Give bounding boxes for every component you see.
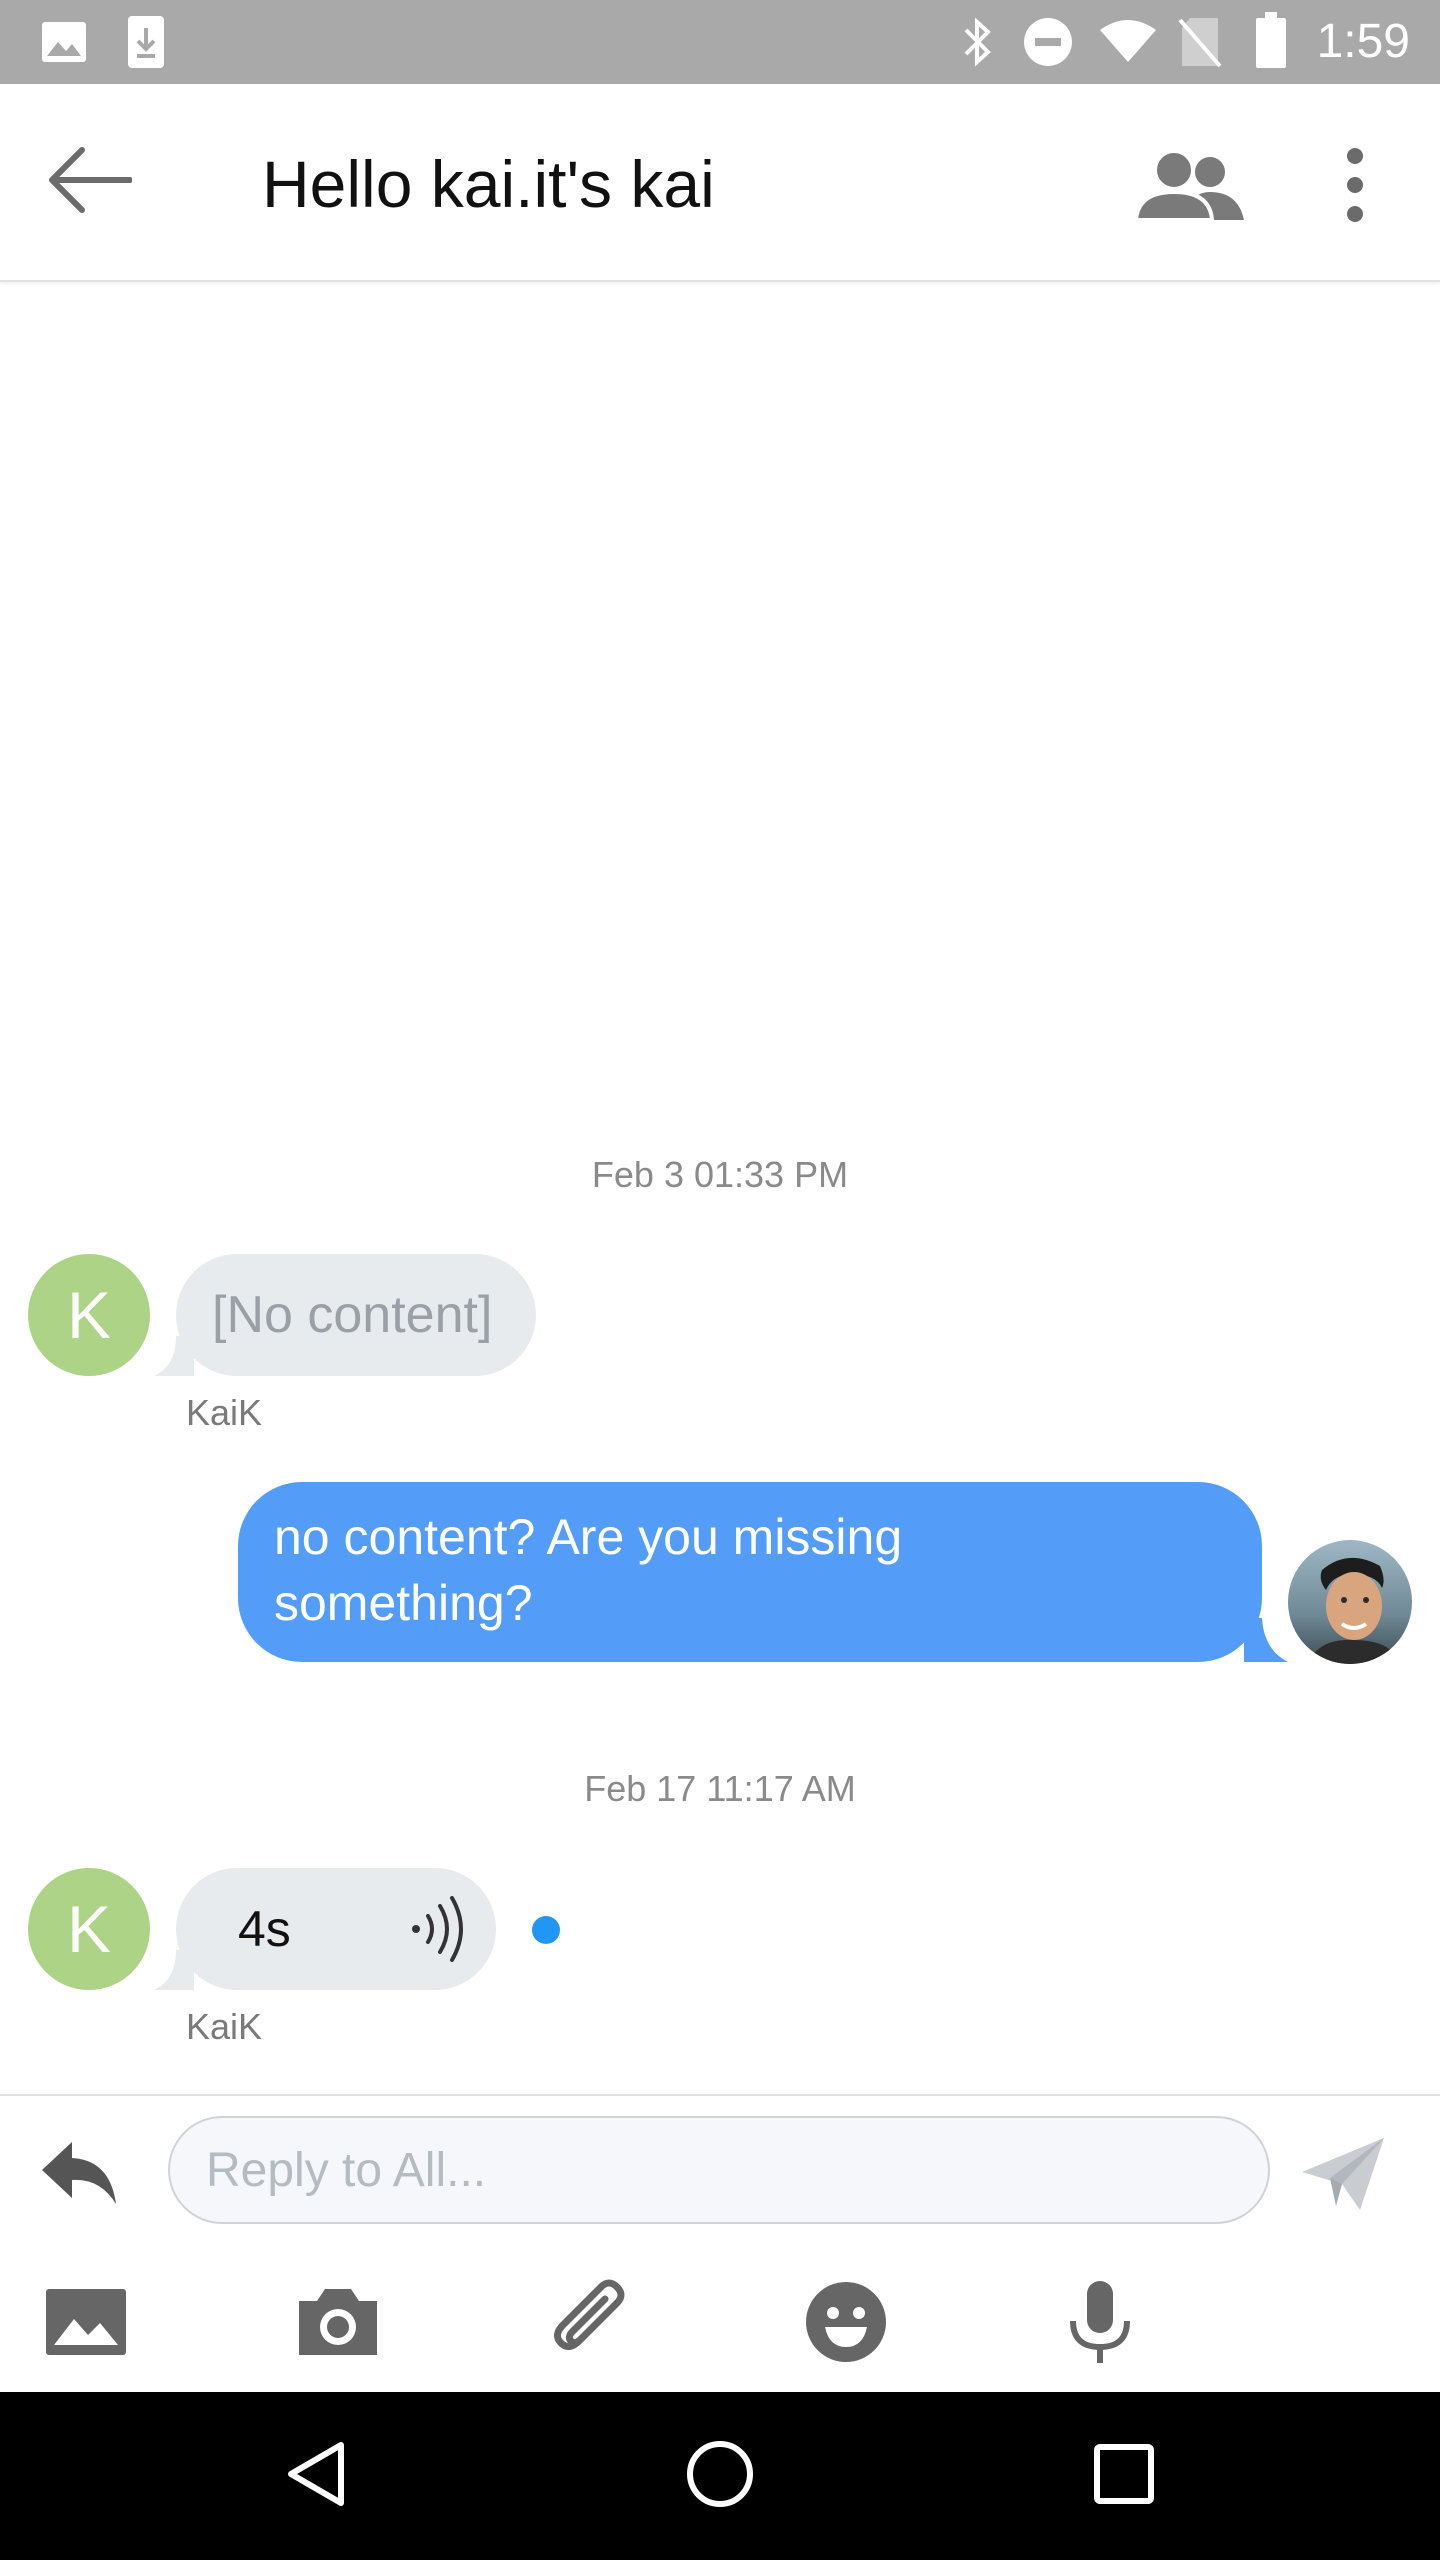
participants-icon xyxy=(1133,148,1246,227)
conversation-title: Hello kai.it's kai xyxy=(262,147,715,221)
outgoing-message-bubble[interactable]: no content? Are you missing something? xyxy=(238,1482,1288,1662)
audio-wave-icon xyxy=(408,1896,468,1967)
bluetooth-icon xyxy=(960,16,996,73)
gallery-icon xyxy=(44,2287,128,2362)
back-button[interactable] xyxy=(40,132,140,232)
no-sim-icon xyxy=(1178,16,1222,73)
more-vert-icon xyxy=(1345,147,1365,228)
message-text: [No content] xyxy=(212,1286,493,1344)
my-avatar[interactable] xyxy=(1288,1540,1412,1664)
app-bar: Hello kai.it's kai xyxy=(0,84,1440,282)
timestamp: Feb 3 01:33 PM xyxy=(591,1154,849,1195)
avatar-initial: K xyxy=(66,1278,112,1352)
incoming-message-bubble[interactable]: [No content] xyxy=(154,1254,536,1376)
sender-name: KaiK xyxy=(186,2006,263,2047)
camera-button[interactable] xyxy=(288,2274,388,2374)
back-arrow-icon xyxy=(48,145,133,220)
do-not-disturb-icon xyxy=(1022,16,1074,73)
profile-photo xyxy=(1288,1540,1412,1664)
composer xyxy=(0,2094,1440,2394)
more-options-button[interactable] xyxy=(1310,132,1400,242)
avatar[interactable]: K xyxy=(28,1868,150,1990)
status-time: 1:59 xyxy=(1316,15,1410,68)
wifi-icon xyxy=(1098,18,1158,69)
nav-home-icon xyxy=(685,2439,755,2514)
sender-name: KaiK xyxy=(186,1392,263,1433)
emoji-button[interactable] xyxy=(796,2274,896,2374)
voice-message-bubble[interactable]: 4s xyxy=(154,1868,496,1990)
navigation-bar xyxy=(0,2392,1440,2560)
bubble-tail xyxy=(154,1336,194,1376)
gallery-button[interactable] xyxy=(36,2274,136,2374)
nav-back-icon xyxy=(285,2439,347,2514)
emoji-icon xyxy=(805,2281,887,2368)
microphone-icon xyxy=(1065,2279,1135,2370)
battery-icon xyxy=(1254,12,1288,75)
avatar[interactable]: K xyxy=(28,1254,150,1376)
download-icon xyxy=(126,14,166,75)
attach-button[interactable] xyxy=(542,2274,642,2374)
participants-button[interactable] xyxy=(1120,138,1260,238)
image-icon xyxy=(40,20,88,69)
avatar-initial: K xyxy=(66,1892,112,1966)
bubble-tail xyxy=(1244,1618,1288,1662)
send-icon[interactable] xyxy=(1300,2136,1386,2217)
camera-icon xyxy=(295,2287,381,2362)
voice-duration: 4s xyxy=(238,1901,291,1957)
nav-recents-icon xyxy=(1093,2443,1155,2510)
reply-input[interactable] xyxy=(168,2116,1270,2224)
bubble-tail xyxy=(154,1950,194,1990)
attach-icon xyxy=(549,2279,635,2370)
message-text: no content? Are you missing something? xyxy=(274,1509,903,1631)
unread-indicator xyxy=(532,1916,560,1944)
nav-home-button[interactable] xyxy=(670,2426,770,2526)
nav-back-button[interactable] xyxy=(266,2426,366,2526)
timestamp: Feb 17 11:17 AM xyxy=(584,1768,856,1809)
reply-all-icon[interactable] xyxy=(38,2138,120,2213)
nav-recents-button[interactable] xyxy=(1074,2426,1174,2526)
microphone-button[interactable] xyxy=(1050,2274,1150,2374)
status-bar: 1:59 xyxy=(0,0,1440,84)
